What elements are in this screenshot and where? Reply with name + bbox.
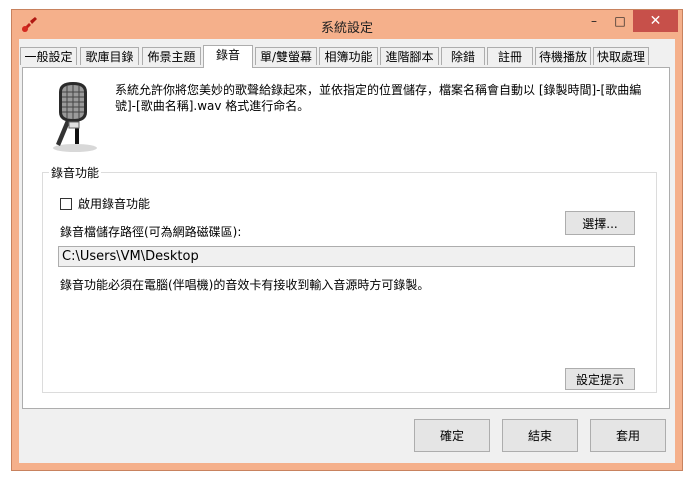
settings-window: 系統設定 – □ ✕ 一般設定 歌庫目錄 佈景主題 錄音 單/雙螢幕 相簿功能 … (11, 9, 683, 471)
tab-standby[interactable]: 待機播放 (535, 47, 591, 65)
tab-cache[interactable]: 快取處理 (593, 47, 649, 65)
maximize-icon: □ (614, 14, 626, 28)
tab-general[interactable]: 一般設定 (20, 47, 77, 65)
tab-album[interactable]: 相簿功能 (319, 47, 378, 65)
tab-advanced-script[interactable]: 進階腳本 (380, 47, 439, 65)
close-window-button[interactable]: ✕ (633, 10, 678, 32)
dialog-client: 一般設定 歌庫目錄 佈景主題 錄音 單/雙螢幕 相簿功能 進階腳本 除錯 註冊 … (19, 39, 675, 463)
recording-note: 錄音功能必須在電腦(伴唱機)的音效卡有接收到輸入音源時方可錄製。 (60, 278, 430, 292)
recording-description: 系統允許你將您美妙的歌聲給錄起來，並依指定的位置儲存，檔案名稱會自動以 [錄製時… (115, 83, 642, 113)
enable-recording-option[interactable]: 啟用錄音功能 (60, 195, 150, 212)
tab-screen-mode[interactable]: 單/雙螢幕 (255, 47, 317, 65)
maximize-button[interactable]: □ (607, 10, 633, 32)
minimize-icon: – (591, 14, 597, 28)
tab-theme[interactable]: 佈景主題 (142, 47, 201, 65)
ok-button[interactable]: 確定 (414, 419, 490, 452)
tab-recording[interactable]: 錄音 (203, 45, 253, 68)
settings-tips-button[interactable]: 設定提示 (565, 368, 635, 390)
tab-song-library[interactable]: 歌庫目錄 (80, 47, 139, 65)
close-icon: ✕ (649, 13, 662, 29)
save-path-field[interactable]: C:\Users\VM\Desktop (58, 246, 635, 267)
close-button[interactable]: 結束 (502, 419, 578, 452)
title-bar[interactable]: 系統設定 – □ ✕ (12, 10, 682, 40)
tab-debug[interactable]: 除錯 (441, 47, 485, 65)
enable-recording-label: 啟用錄音功能 (78, 197, 151, 211)
microphone-icon (53, 82, 97, 152)
enable-recording-checkbox[interactable] (60, 197, 72, 210)
tab-register[interactable]: 註冊 (487, 47, 533, 65)
recording-group: 錄音功能 啟用錄音功能 錄音檔儲存路徑(可為網路磁碟區): 選擇... C:\U… (42, 164, 657, 393)
recording-group-title: 錄音功能 (49, 164, 102, 181)
browse-button[interactable]: 選擇... (565, 211, 635, 235)
minimize-button[interactable]: – (581, 10, 607, 32)
save-path-label: 錄音檔儲存路徑(可為網路磁碟區): (60, 225, 242, 239)
apply-button[interactable]: 套用 (590, 419, 666, 452)
recording-panel: 系統允許你將您美妙的歌聲給錄起來，並依指定的位置儲存，檔案名稱會自動以 [錄製時… (22, 67, 670, 409)
tab-bar: 一般設定 歌庫目錄 佈景主題 錄音 單/雙螢幕 相簿功能 進階腳本 除錯 註冊 … (20, 45, 670, 68)
